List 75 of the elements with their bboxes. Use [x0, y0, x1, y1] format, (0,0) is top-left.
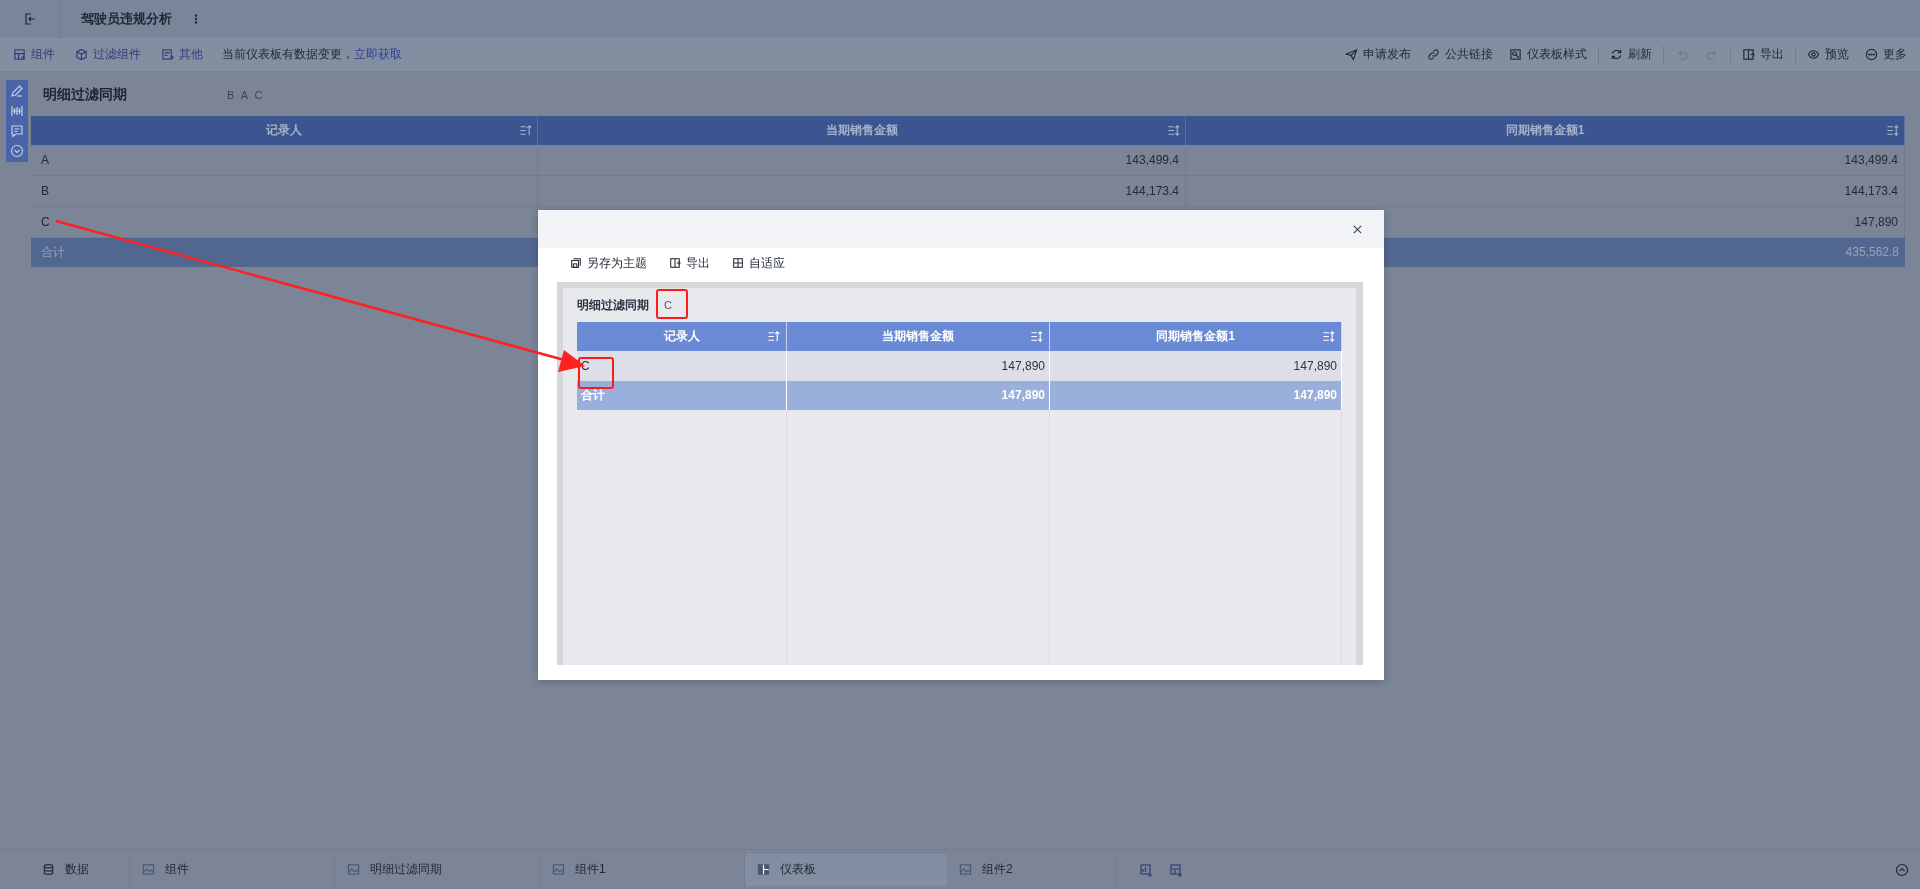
toolbar-button[interactable]: 组件 [8, 42, 60, 67]
preview-icon [1807, 48, 1820, 61]
total-cell: 合计 [31, 238, 538, 267]
table-cell: 144,173.4 [1186, 176, 1905, 207]
comment-icon[interactable] [10, 124, 24, 138]
export-icon [669, 257, 681, 269]
bottom-tab[interactable]: 仪表板 [745, 853, 947, 886]
image-icon [142, 863, 155, 876]
table-cell: 147,890 [1050, 351, 1342, 381]
add-chart-icon[interactable] [1139, 862, 1153, 877]
toolbar-button[interactable]: 申请发布 [1340, 42, 1416, 67]
total-cell: 147,890 [1050, 381, 1342, 410]
fetch-now-link[interactable]: 立即获取 [354, 47, 402, 61]
image-icon [347, 863, 360, 876]
toolbar-button[interactable]: 更多 [1860, 42, 1912, 67]
bottom-tab[interactable]: 数据 [0, 853, 130, 886]
filter-values: B A C [227, 89, 265, 101]
image-icon [959, 863, 972, 876]
pencil-icon[interactable] [10, 84, 24, 98]
chevron-circle-icon[interactable] [10, 144, 24, 158]
dashboard-title: 驾驶员违规分析 [81, 10, 172, 28]
column-header[interactable]: 记录人 [31, 116, 538, 145]
column-header[interactable]: 当期销售金额 [538, 116, 1186, 145]
total-cell: 147,890 [787, 381, 1050, 410]
toolbar-button[interactable]: 预览 [1802, 42, 1854, 67]
bars-icon[interactable] [10, 104, 24, 118]
toolbar-button[interactable]: 导出 [1737, 42, 1789, 67]
save-icon [570, 257, 582, 269]
toolbar-button[interactable]: 仪表板样式 [1504, 42, 1592, 67]
dialog-toolbar-button[interactable]: 自适应 [728, 254, 789, 272]
bottom-tab[interactable]: 明细过滤同期 [335, 853, 540, 886]
highlight-box [656, 289, 688, 319]
collapse-icon[interactable] [1895, 862, 1909, 877]
dialog-toolbar-button[interactable]: 导出 [665, 254, 714, 272]
toolbar-button[interactable]: 公共链接 [1422, 42, 1498, 67]
table-cell: 143,499.4 [538, 145, 1186, 176]
table-cell: C [577, 351, 787, 381]
link-icon [1427, 48, 1440, 61]
style-icon [1509, 48, 1522, 61]
table-cell: 143,499.4 [1186, 145, 1905, 176]
column-header[interactable]: 记录人 [577, 322, 787, 351]
filter-values: C [664, 299, 672, 311]
dashboard-icon [757, 863, 770, 876]
add-board-icon[interactable] [1169, 862, 1183, 877]
table-cell: B [31, 176, 538, 207]
toolbar-button[interactable]: 过滤组件 [70, 42, 146, 67]
sort-ascending-icon[interactable] [519, 124, 532, 137]
column-header[interactable]: 同期销售金额1 [1186, 116, 1905, 145]
toolbar-button[interactable]: 其他 [156, 42, 208, 67]
document-icon [161, 48, 174, 61]
table-cell: A [31, 145, 538, 176]
toolbar-button[interactable]: 刷新 [1605, 42, 1657, 67]
table-cell: 147,890 [787, 351, 1050, 381]
export-icon [1742, 48, 1755, 61]
bottom-tab[interactable]: 组件2 [947, 853, 1117, 886]
database-icon [42, 863, 55, 876]
widget-title: 明细过滤同期 [43, 86, 127, 104]
image-icon [552, 863, 565, 876]
refresh-icon [1610, 48, 1623, 61]
total-cell: 合计 [577, 381, 787, 410]
column-header[interactable]: 同期销售金额1 [1050, 322, 1342, 351]
more-icon [1865, 48, 1878, 61]
column-header[interactable]: 当期销售金额 [787, 322, 1050, 351]
dialog-toolbar-button[interactable]: 另存为主题 [566, 254, 651, 272]
component-icon [13, 48, 26, 61]
fit-icon [732, 257, 744, 269]
widget-title: 明细过滤同期 [577, 296, 649, 314]
exit-icon[interactable] [23, 12, 37, 26]
bottom-tab[interactable]: 组件 [130, 853, 335, 886]
sort-icon[interactable] [1167, 124, 1180, 137]
data-change-notice: 当前仪表板有数据变更，立即获取 [222, 46, 402, 63]
cube-icon [75, 48, 88, 61]
table-cell: 144,173.4 [538, 176, 1186, 207]
sort-icon[interactable] [1886, 124, 1899, 137]
send-icon [1345, 48, 1358, 61]
